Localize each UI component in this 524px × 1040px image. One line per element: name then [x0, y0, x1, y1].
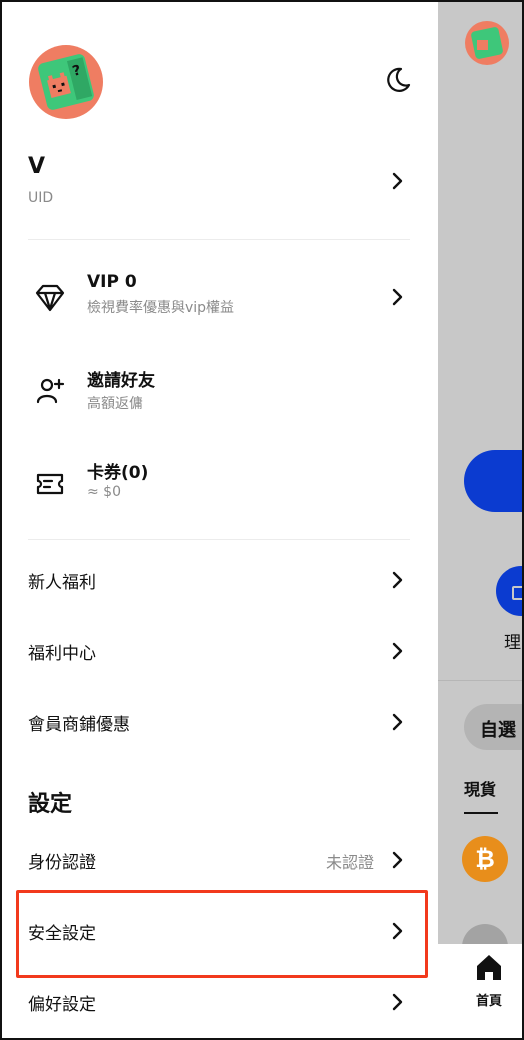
- chevron-right-icon: [391, 851, 405, 869]
- background-spot-tab: 現貨: [464, 780, 497, 799]
- side-drawer: ? V UID VIP 0 檢視費率優惠與vip權益 邀請好友 高額返傭 卡券(…: [0, 0, 438, 1040]
- home-icon: [477, 955, 501, 980]
- newbie-benefits-item[interactable]: 新人福利: [0, 552, 438, 608]
- security-settings-item[interactable]: 安全設定: [0, 903, 438, 959]
- invite-friends-row[interactable]: 邀請好友 高額返傭: [0, 356, 438, 426]
- chevron-right-icon: [391, 922, 405, 940]
- user-profile-row[interactable]: V UID: [0, 150, 438, 220]
- settings-section-title: 設定: [28, 792, 73, 817]
- moon-icon[interactable]: [384, 66, 412, 94]
- menu-item-label: 偏好設定: [28, 995, 96, 1015]
- background-bottom-nav: 首頁: [438, 944, 524, 1040]
- menu-item-label: 會員商鋪優惠: [28, 715, 130, 735]
- bitcoin-icon: ₿: [462, 836, 508, 882]
- background-avatar: [465, 21, 509, 65]
- member-store-item[interactable]: 會員商鋪優惠: [0, 694, 438, 750]
- vip-title: VIP 0: [87, 272, 137, 292]
- background-wealth-label: 理: [504, 633, 521, 653]
- invite-subtitle: 高額返傭: [87, 396, 143, 412]
- background-app: 理 自選 現貨 ₿ 首頁: [438, 0, 524, 1040]
- chevron-right-icon: [391, 172, 405, 190]
- chevron-right-icon: [391, 288, 405, 306]
- background-watchlist-chip: 自選: [464, 704, 524, 750]
- vip-row[interactable]: VIP 0 檢視費率優惠與vip權益: [0, 262, 438, 332]
- divider: [28, 239, 410, 240]
- chevron-right-icon: [391, 642, 405, 660]
- verification-status: 未認證: [325, 853, 374, 872]
- diamond-icon: [35, 284, 65, 312]
- menu-item-label: 新人福利: [28, 573, 96, 593]
- user-uid: UID: [28, 190, 54, 206]
- chevron-right-icon: [391, 993, 405, 1011]
- invite-title: 邀請好友: [87, 371, 155, 391]
- coupons-row[interactable]: 卡券(0) ≈ $0: [0, 448, 438, 518]
- menu-item-label: 身份認證: [28, 853, 96, 873]
- menu-item-label: 安全設定: [28, 924, 96, 944]
- background-action-button: [464, 450, 524, 512]
- background-divider: [438, 680, 524, 681]
- identity-verification-item[interactable]: 身份認證 未認證: [0, 832, 438, 888]
- user-name: V: [28, 154, 46, 179]
- add-user-icon: [36, 378, 65, 404]
- chevron-right-icon: [391, 713, 405, 731]
- coupons-title: 卡券(0): [87, 463, 149, 483]
- coupons-subtitle: ≈ $0: [87, 484, 121, 500]
- divider: [28, 539, 410, 540]
- chevron-right-icon: [391, 571, 405, 589]
- home-nav-label: 首頁: [476, 994, 503, 1009]
- background-wealth-icon: [496, 566, 524, 616]
- avatar[interactable]: ?: [28, 44, 104, 120]
- preference-settings-item[interactable]: 偏好設定: [0, 974, 438, 1030]
- menu-item-label: 福利中心: [28, 644, 96, 664]
- background-tab-underline: [464, 812, 498, 814]
- vip-subtitle: 檢視費率優惠與vip權益: [87, 300, 235, 316]
- ticket-icon: [36, 473, 64, 495]
- benefits-center-item[interactable]: 福利中心: [0, 623, 438, 679]
